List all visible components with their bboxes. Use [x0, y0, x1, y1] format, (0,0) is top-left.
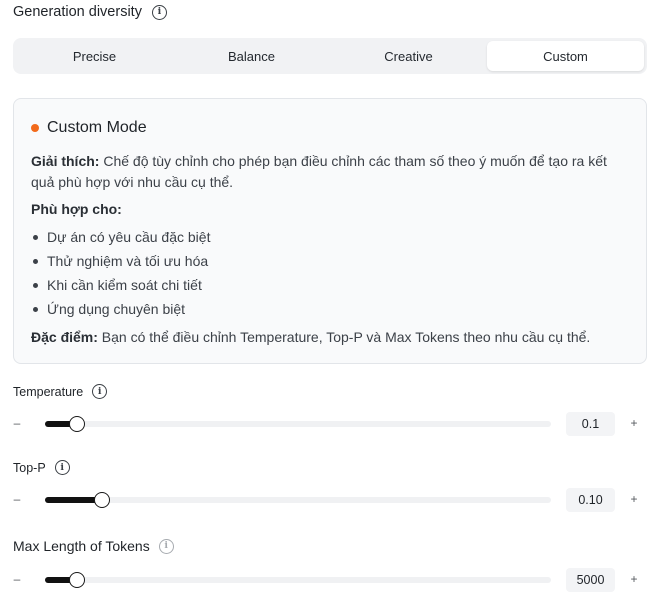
- mode-tab-creative[interactable]: Creative: [330, 41, 487, 71]
- temperature-label: Temperature: [13, 384, 84, 399]
- top-p-slider-thumb[interactable]: [93, 492, 110, 508]
- generation-diversity-header: Generation diversity i: [13, 4, 167, 20]
- temperature-slider-thumb[interactable]: [68, 416, 85, 432]
- list-item: Khi cần kiểm soát chi tiết: [31, 273, 210, 297]
- suitable-for-list: Dự án có yêu cầu đặc biệt Thử nghiệm và …: [31, 225, 210, 321]
- list-item: Ứng dụng chuyên biệt: [31, 297, 210, 321]
- temperature-decrease-button[interactable]: –: [11, 416, 23, 430]
- list-item: Thử nghiệm và tối ưu hóa: [31, 249, 210, 273]
- temperature-increase-button[interactable]: +: [628, 416, 640, 430]
- mode-explanation: Giải thích: Chế độ tùy chỉnh cho phép bạ…: [31, 151, 632, 193]
- max-tokens-label: Max Length of Tokens: [13, 538, 150, 554]
- features-text: Bạn có thể điều chỉnh Temperature, Top-P…: [97, 329, 591, 345]
- max-tokens-label-row: Max Length of Tokens i: [13, 538, 174, 554]
- max-tokens-value-input[interactable]: 5000: [566, 568, 615, 592]
- max-tokens-decrease-button[interactable]: –: [11, 572, 23, 586]
- top-p-label: Top-P: [13, 460, 46, 475]
- mode-card-header: Custom Mode: [31, 119, 147, 137]
- features-label: Đặc điểm:: [31, 329, 98, 345]
- temperature-value-input[interactable]: 0.1: [566, 412, 615, 436]
- suitable-for-label: Phù hợp cho:: [31, 201, 122, 217]
- max-tokens-slider-thumb[interactable]: [68, 572, 85, 588]
- status-dot-icon: [31, 124, 39, 132]
- generation-diversity-title: Generation diversity: [13, 4, 142, 20]
- max-tokens-slider[interactable]: [45, 572, 551, 588]
- mode-description-card: Custom Mode Giải thích: Chế độ tùy chỉnh…: [13, 98, 647, 364]
- explanation-text: Chế độ tùy chỉnh cho phép bạn điều chỉnh…: [31, 153, 607, 190]
- top-p-slider[interactable]: [45, 492, 551, 508]
- max-tokens-increase-button[interactable]: +: [628, 572, 640, 586]
- mode-tab-precise[interactable]: Precise: [16, 41, 173, 71]
- temperature-info-icon[interactable]: i: [92, 384, 108, 399]
- top-p-value-input[interactable]: 0.10: [566, 488, 615, 512]
- explanation-label: Giải thích:: [31, 153, 100, 169]
- info-icon[interactable]: i: [151, 4, 167, 20]
- top-p-info-icon[interactable]: i: [54, 460, 70, 475]
- temperature-slider[interactable]: [45, 416, 551, 432]
- mode-tab-balance[interactable]: Balance: [173, 41, 330, 71]
- mode-card-title: Custom Mode: [47, 119, 147, 136]
- list-item: Dự án có yêu cầu đặc biệt: [31, 225, 210, 249]
- top-p-label-row: Top-P i: [13, 460, 70, 475]
- mode-selector: Precise Balance Creative Custom: [13, 38, 647, 74]
- top-p-decrease-button[interactable]: –: [11, 492, 23, 506]
- mode-features: Đặc điểm: Bạn có thể điều chỉnh Temperat…: [31, 327, 632, 348]
- top-p-increase-button[interactable]: +: [628, 492, 640, 506]
- suitable-for-heading: Phù hợp cho:: [31, 199, 632, 220]
- temperature-label-row: Temperature i: [13, 384, 108, 399]
- mode-tab-custom[interactable]: Custom: [487, 41, 644, 71]
- max-tokens-info-icon[interactable]: i: [158, 538, 174, 554]
